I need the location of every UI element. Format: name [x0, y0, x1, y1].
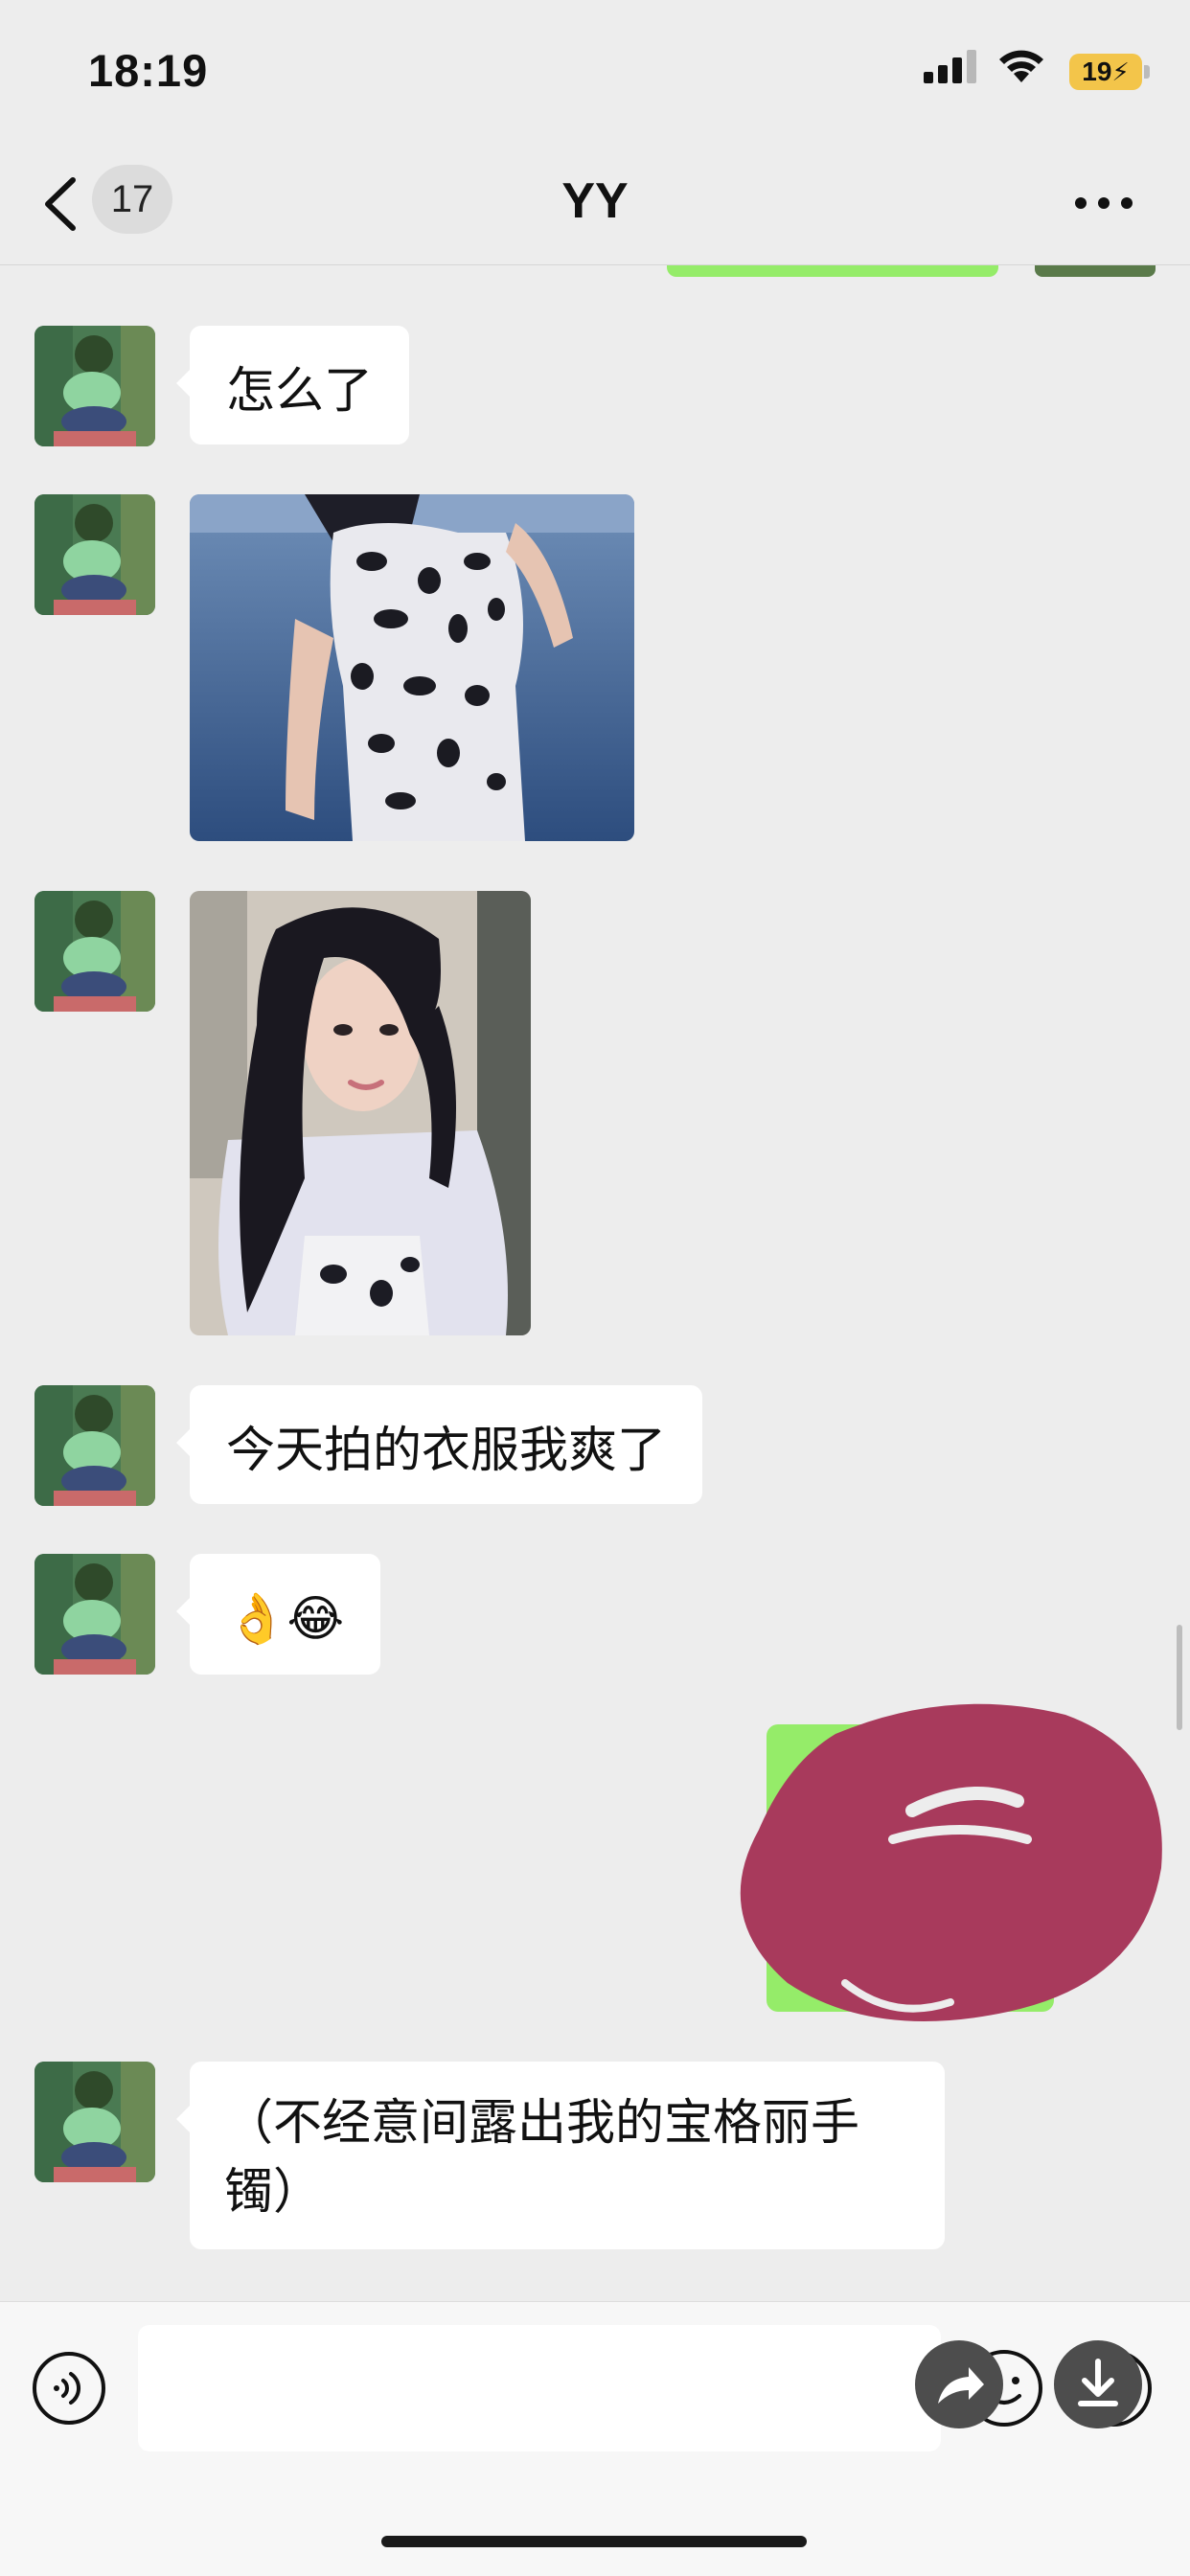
share-arrow-icon — [938, 2367, 984, 2404]
wifi-icon — [999, 50, 1043, 82]
chat-title: YY — [561, 173, 629, 229]
home-indicator — [381, 2536, 807, 2547]
battery-level: 19 — [1082, 57, 1112, 86]
download-icon — [1078, 2359, 1118, 2406]
scrollbar[interactable] — [1177, 1625, 1182, 1730]
battery-cap — [1144, 65, 1150, 79]
status-icons — [924, 48, 1046, 84]
avatar-image — [34, 2062, 155, 2182]
contact-avatar[interactable] — [34, 1554, 155, 1675]
contact-avatar[interactable] — [34, 494, 155, 615]
download-button[interactable] — [1054, 2340, 1142, 2428]
avatar-image — [34, 1385, 155, 1506]
battery-indicator: 19 ⚡ — [1069, 54, 1142, 90]
message-text: （不经意间露出我的宝格丽手镯） — [224, 2095, 860, 2219]
photo-selfie-icon — [190, 891, 531, 1335]
message-bubble[interactable]: 怎么了 — [175, 326, 410, 445]
cellular-signal-icon — [924, 50, 976, 83]
avatar-image — [34, 1554, 155, 1675]
chat-header: 17 YY — [0, 144, 1190, 265]
message-bubble[interactable]: 👌😂 — [175, 1554, 381, 1675]
charging-bolt-icon: ⚡ — [1111, 57, 1130, 86]
avatar-image — [34, 891, 155, 1012]
contact-avatar[interactable] — [34, 2062, 155, 2182]
message-text: 今天拍的衣服我爽了 — [226, 1423, 667, 1477]
avatar-image — [34, 326, 155, 446]
self-message-redacted[interactable] — [740, 1703, 1162, 2021]
chat-input-bar — [0, 2301, 1190, 2576]
message-bubble[interactable]: 今天拍的衣服我爽了 — [175, 1385, 703, 1504]
message-bubble[interactable]: （不经意间露出我的宝格丽手镯） — [176, 2062, 945, 2249]
redaction-scribble — [740, 1703, 1162, 2021]
status-bar: 18:19 19 ⚡ — [0, 0, 1190, 144]
contact-avatar[interactable] — [34, 326, 155, 446]
message-input[interactable] — [138, 2325, 941, 2451]
share-button[interactable] — [915, 2340, 1003, 2428]
avatar-image — [34, 494, 155, 615]
contact-avatar[interactable] — [34, 891, 155, 1012]
message-text: 👌😂 — [226, 1591, 345, 1646]
status-time: 18:19 — [88, 45, 209, 96]
image-message-selfie-photo[interactable] — [190, 891, 531, 1335]
image-message-pool-photo[interactable] — [190, 494, 634, 841]
previous-avatar-fragment — [1035, 265, 1156, 277]
more-options-icon[interactable] — [1073, 194, 1134, 213]
previous-message-fragment — [667, 265, 998, 277]
contact-avatar[interactable] — [34, 1385, 155, 1506]
message-text: 怎么了 — [226, 363, 374, 418]
voice-input-icon[interactable] — [31, 2350, 107, 2427]
photo-swimsuit-pool-icon — [190, 494, 634, 841]
